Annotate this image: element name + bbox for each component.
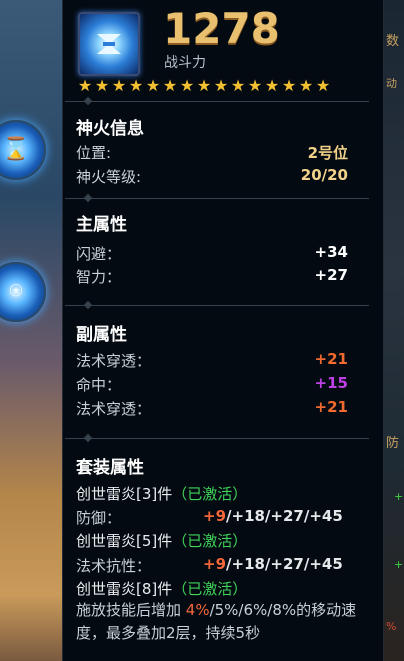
thunder-fire-item-icon [78,12,140,76]
stat-label: 法术抗性： [76,557,152,575]
stat-value: +34 [314,243,348,261]
star-icon: ★ [94,76,110,95]
background-text-fragment: 防 [386,436,400,451]
stat-value: +15 [314,374,348,392]
stat-value: 20/20 [300,166,348,184]
combat-power-label: 战斗力 [164,55,206,71]
set-bonus-5: 创世雷炎[5]件（已激活） [76,530,247,551]
divider [65,193,369,203]
star-icon: ★ [162,76,178,95]
item-icon-frame [74,10,140,76]
stat-value: +21 [314,398,348,416]
skill-orb-icon[interactable]: ⍟ [0,262,46,322]
star-icon: ★ [179,76,195,95]
section-title-fire-info: 神火信息 [76,119,144,139]
game-scene-left: ⌛ ⍟ [0,0,62,661]
set-bonus-8: 创世雷炎[8]件（已激活） [76,578,247,599]
star-rating: ★ ★ ★ ★ ★ ★ ★ ★ ★ ★ ★ ★ ★ ★ ★ [77,78,331,94]
game-scene-right: 数 动 防 + + % [382,0,404,661]
star-icon: ★ [247,76,263,95]
star-icon: ★ [128,76,144,95]
stat-value: 2号位 [307,144,348,162]
stat-value: +9/+18/+27/+45 [203,555,343,573]
background-text-fragment: 数 [386,34,400,49]
set-active-status: （已激活） [172,532,248,550]
star-icon: ★ [145,76,161,95]
stat-label: 防御： [76,509,122,527]
star-icon: ★ [196,76,212,95]
set-name: 创世雷炎[8]件 [76,580,173,598]
section-title-main-attr: 主属性 [76,215,127,235]
star-icon: ★ [298,76,314,95]
divider [65,433,369,443]
stat-value: +27 [314,266,348,284]
star-icon: ★ [213,76,229,95]
stat-label: 法术穿透： [76,352,152,370]
set-bonus-description: 施放技能后增加 4%/5%/6%/8%的移动速度，最多叠加2层，持续5秒 [76,601,357,642]
divider [65,300,369,310]
stat-label: 智力： [76,268,122,286]
stat-label: 位置: [76,144,112,162]
stat-label: 法术穿透： [76,400,152,418]
star-icon: ★ [264,76,280,95]
combat-power-value: 1278 [163,4,280,53]
stat-label: 命中： [76,376,122,394]
section-title-set-attr: 套装属性 [76,458,144,478]
background-text-fragment: 动 [386,77,397,90]
set-active-status: （已激活） [172,485,248,503]
set-bonus-3: 创世雷炎[3]件（已激活） [76,483,247,504]
stat-value: +21 [314,350,348,368]
star-icon: ★ [281,76,297,95]
star-icon: ★ [315,76,331,95]
item-tooltip-panel: 1278 战斗力 ★ ★ ★ ★ ★ ★ ★ ★ ★ ★ ★ ★ ★ ★ ★ 神火信息 位置: 2号位 神火… [62,0,384,661]
set-name: 创世雷炎[3]件 [76,485,173,503]
star-icon: ★ [77,76,93,95]
section-title-sub-attr: 副属性 [76,325,127,345]
stat-label: 神火等级: [76,168,142,186]
star-icon: ★ [111,76,127,95]
set-active-status: （已激活） [172,580,248,598]
stat-value: +9/+18/+27/+45 [203,507,343,525]
set-name: 创世雷炎[5]件 [76,532,173,550]
divider [65,96,369,106]
star-icon: ★ [230,76,246,95]
stat-label: 闪避： [76,245,122,263]
skill-orb-icon[interactable]: ⌛ [0,120,46,180]
